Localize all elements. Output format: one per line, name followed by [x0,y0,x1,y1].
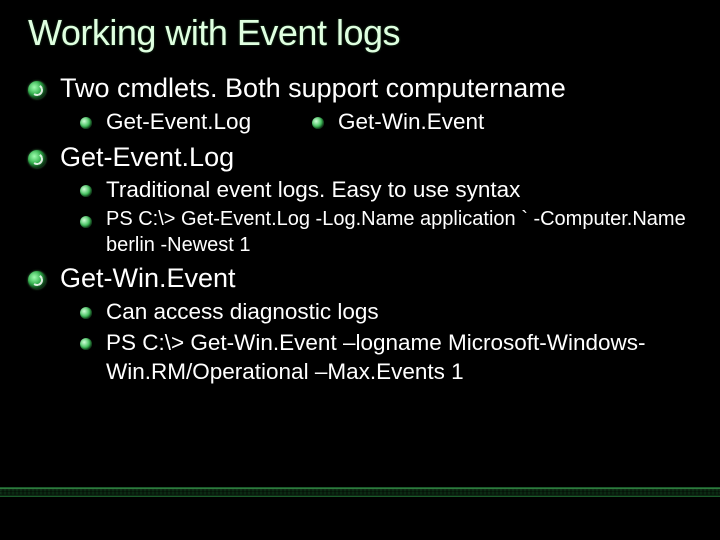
bullet-level2: PS C:\> Get-Win.Event –logname Microsoft… [80,329,696,387]
bullet-level1: Get-Win.Event [28,262,696,296]
dot-bullet-icon [80,117,92,129]
bullet-text: Two cmdlets. Both support computername [60,72,566,106]
bullet-level2: Can access diagnostic logs [80,298,696,327]
accent-divider [0,488,720,496]
dot-bullet-icon [80,307,92,319]
bullet-text: Get-Event.Log [106,108,251,137]
dot-bullet-icon [80,338,92,350]
bullet-level2: Get-Win.Event [312,108,484,137]
ring-bullet-icon [28,81,46,99]
bullet-text: Traditional event logs. Easy to use synt… [106,176,520,205]
bullet-text: Get-Win.Event [60,262,236,296]
bullet-text: PS C:\> Get-Win.Event –logname Microsoft… [106,329,666,387]
sub-row: Get-Event.Log Get-Win.Event [28,106,696,137]
bullet-level2: PS C:\> Get-Event.Log -Log.Name applicat… [80,207,696,258]
bullet-text: Get-Event.Log [60,141,234,175]
bullet-text: Can access diagnostic logs [106,298,379,327]
slide: Working with Event logs Two cmdlets. Bot… [0,0,720,540]
bullet-text: PS C:\> Get-Event.Log -Log.Name applicat… [106,207,696,258]
slide-title: Working with Event logs [28,12,696,54]
ring-bullet-icon [28,271,46,289]
dot-bullet-icon [312,117,324,129]
bullet-text: Get-Win.Event [338,108,484,137]
ring-bullet-icon [28,150,46,168]
bullet-level2: Traditional event logs. Easy to use synt… [80,176,696,205]
bullet-level2: Get-Event.Log [80,108,312,137]
dot-bullet-icon [80,185,92,197]
bullet-level1: Get-Event.Log [28,141,696,175]
bullet-level1: Two cmdlets. Both support computername [28,72,696,106]
dot-bullet-icon [80,216,92,228]
